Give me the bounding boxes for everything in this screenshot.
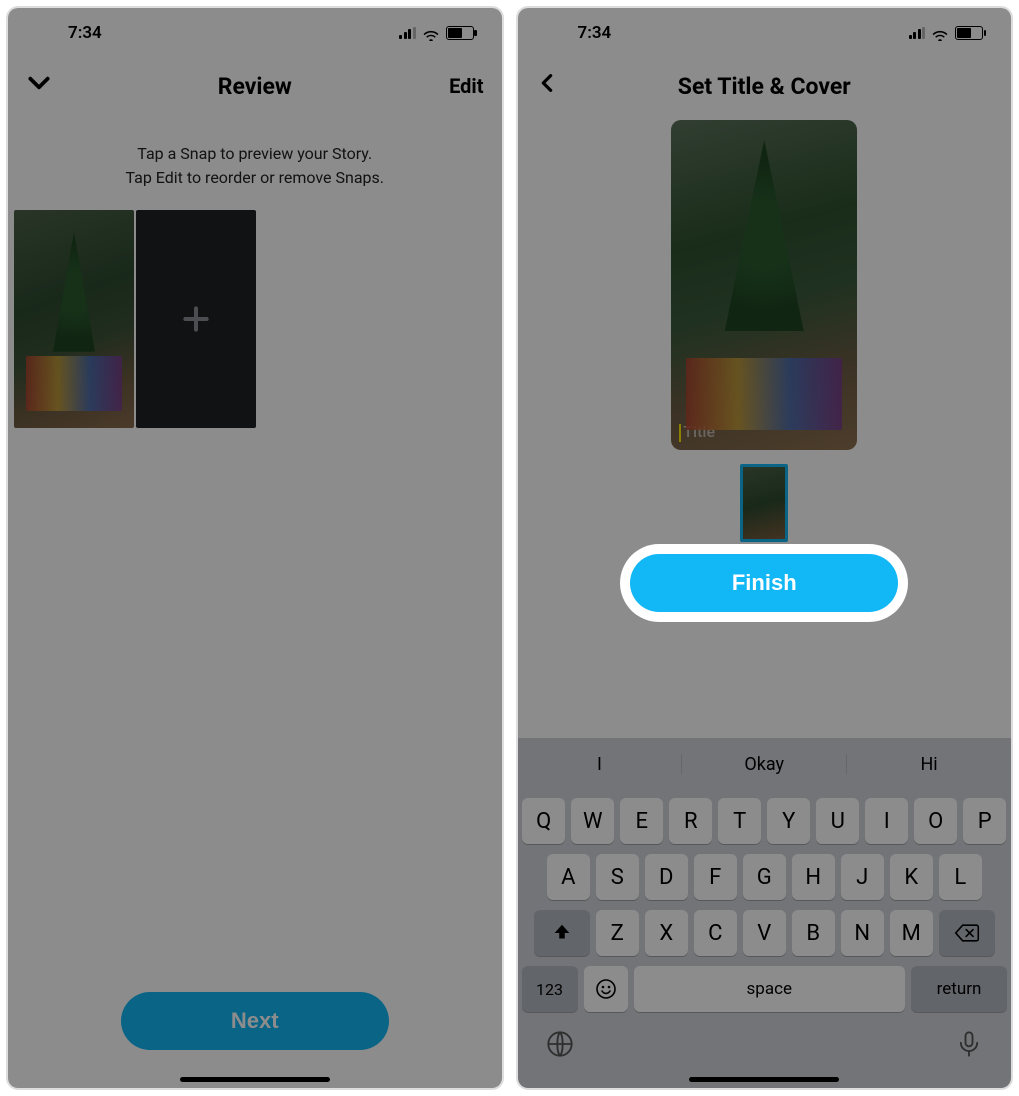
numbers-key[interactable]: 123 xyxy=(522,966,578,1012)
home-indicator[interactable] xyxy=(180,1077,330,1082)
globe-key[interactable] xyxy=(546,1030,574,1062)
dictation-key[interactable] xyxy=(955,1030,983,1062)
key-b[interactable]: B xyxy=(792,910,835,956)
key-p[interactable]: P xyxy=(963,798,1006,844)
key-f[interactable]: F xyxy=(694,854,737,900)
snap-thumbnail[interactable] xyxy=(14,210,134,428)
key-q[interactable]: Q xyxy=(522,798,565,844)
status-bar: 7:34 xyxy=(8,8,502,58)
nav-header: Set Title & Cover xyxy=(518,58,1012,114)
add-snap-button[interactable] xyxy=(136,210,256,428)
key-s[interactable]: S xyxy=(596,854,639,900)
page-title: Set Title & Cover xyxy=(678,73,851,100)
key-e[interactable]: E xyxy=(620,798,663,844)
nav-header: Review Edit xyxy=(8,58,502,114)
nav-back-button[interactable] xyxy=(26,70,52,102)
return-key[interactable]: return xyxy=(911,966,1007,1012)
key-n[interactable]: N xyxy=(841,910,884,956)
snap-list xyxy=(8,202,502,428)
wifi-icon xyxy=(931,26,949,40)
cover-preview[interactable]: Title xyxy=(671,120,857,450)
key-d[interactable]: D xyxy=(645,854,688,900)
backspace-icon xyxy=(954,922,980,944)
suggestion[interactable]: Okay xyxy=(682,754,847,775)
key-t[interactable]: T xyxy=(718,798,761,844)
finish-button[interactable]: Finish xyxy=(630,554,898,612)
cellular-icon xyxy=(909,27,926,39)
key-y[interactable]: Y xyxy=(767,798,810,844)
status-icons xyxy=(399,26,474,40)
key-j[interactable]: J xyxy=(841,854,884,900)
edit-button[interactable]: Edit xyxy=(449,74,483,98)
instruction-line: Tap a Snap to preview your Story. xyxy=(28,142,482,166)
key-o[interactable]: O xyxy=(914,798,957,844)
nav-back-button[interactable] xyxy=(536,72,558,100)
key-x[interactable]: X xyxy=(645,910,688,956)
status-bar: 7:34 xyxy=(518,8,1012,58)
next-button[interactable]: Next xyxy=(121,992,389,1050)
keyboard-suggestions: I Okay Hi xyxy=(518,738,1012,790)
microphone-icon xyxy=(955,1030,983,1058)
key-v[interactable]: V xyxy=(743,910,786,956)
chevron-down-icon xyxy=(26,70,52,96)
instructions: Tap a Snap to preview your Story. Tap Ed… xyxy=(8,114,502,202)
backspace-key[interactable] xyxy=(939,910,995,956)
status-time: 7:34 xyxy=(68,23,102,43)
key-i[interactable]: I xyxy=(865,798,908,844)
emoji-icon xyxy=(594,977,618,1001)
suggestion[interactable]: Hi xyxy=(847,754,1011,775)
key-a[interactable]: A xyxy=(547,854,590,900)
cover-selector xyxy=(518,464,1012,542)
cover-option-selected[interactable] xyxy=(740,464,788,542)
suggestion[interactable]: I xyxy=(518,754,683,775)
status-icons xyxy=(909,26,984,40)
emoji-key[interactable] xyxy=(584,966,628,1012)
key-m[interactable]: M xyxy=(890,910,933,956)
shift-icon xyxy=(551,922,573,944)
status-time: 7:34 xyxy=(578,23,612,43)
key-z[interactable]: Z xyxy=(596,910,639,956)
phone-left: 7:34 Review Edit Tap a Snap to preview y… xyxy=(6,6,504,1090)
wifi-icon xyxy=(422,26,440,40)
globe-icon xyxy=(546,1030,574,1058)
space-key[interactable]: space xyxy=(634,966,906,1012)
key-g[interactable]: G xyxy=(743,854,786,900)
home-indicator[interactable] xyxy=(689,1077,839,1082)
title-input[interactable]: Title xyxy=(679,422,715,442)
plus-icon xyxy=(180,303,212,335)
key-r[interactable]: R xyxy=(669,798,712,844)
key-u[interactable]: U xyxy=(816,798,859,844)
chevron-left-icon xyxy=(536,72,558,94)
instruction-line: Tap Edit to reorder or remove Snaps. xyxy=(28,166,482,190)
keyboard: I Okay Hi QWERTYUIOP ASDFGHJKL ZXCVBNM 1… xyxy=(518,738,1012,1088)
key-h[interactable]: H xyxy=(792,854,835,900)
cellular-icon xyxy=(399,27,416,39)
page-title: Review xyxy=(218,73,292,100)
battery-icon xyxy=(955,26,983,40)
key-c[interactable]: C xyxy=(694,910,737,956)
key-l[interactable]: L xyxy=(939,854,982,900)
shift-key[interactable] xyxy=(534,910,590,956)
battery-icon xyxy=(446,26,474,40)
phone-right: 7:34 Set Title & Cover Title Finish I Ok… xyxy=(516,6,1014,1090)
key-k[interactable]: K xyxy=(890,854,933,900)
key-w[interactable]: W xyxy=(571,798,614,844)
